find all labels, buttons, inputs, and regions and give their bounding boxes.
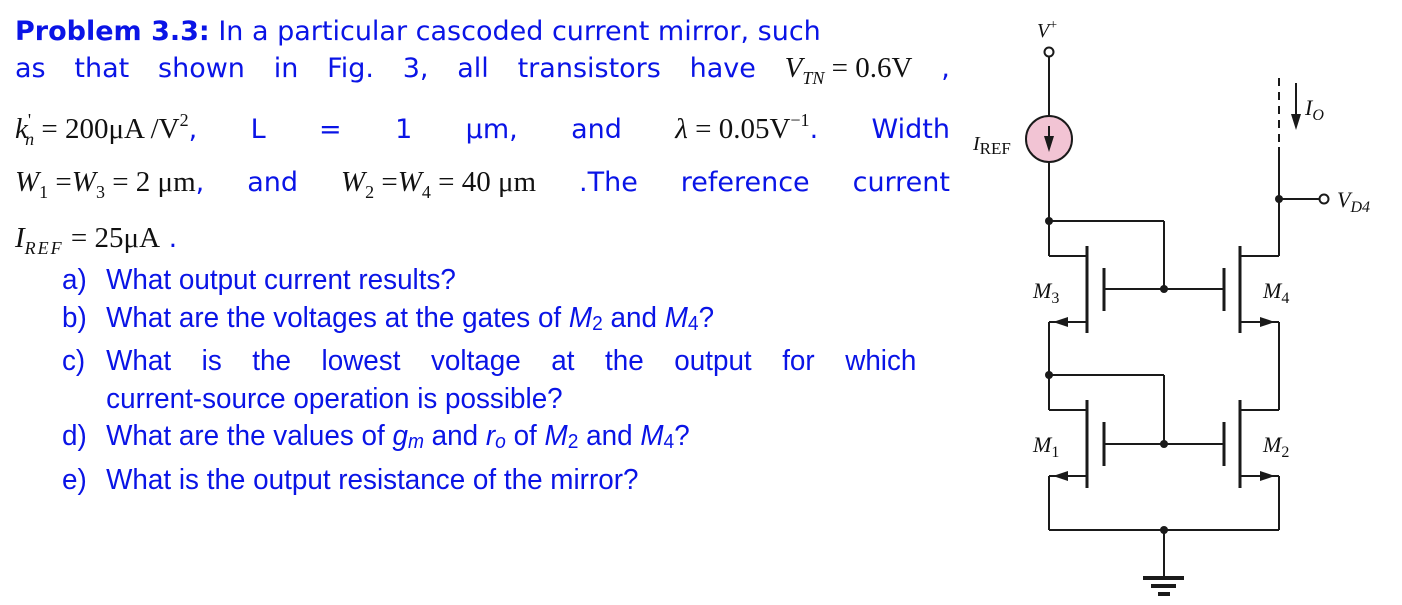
equals: =	[319, 114, 342, 145]
io-label: IO	[1304, 95, 1324, 124]
word: and	[247, 167, 298, 198]
vtn-equation: VTN = 0.6V	[784, 52, 913, 88]
punct: .	[168, 223, 178, 254]
question-a: a) What output current results?	[62, 262, 916, 300]
problem-line-2: as that shown in Fig. 3, all transistors…	[15, 52, 950, 89]
m2-source-arrow-icon	[1260, 471, 1275, 481]
m1-label: M1	[1032, 432, 1059, 461]
word: shown	[158, 53, 245, 84]
question-text: What are the values of gm and ro of M2 a…	[106, 420, 690, 453]
l-value: 1	[395, 114, 413, 145]
question-c: c) What is the lowest voltage at the out…	[62, 343, 916, 381]
vplus-terminal	[1043, 46, 1055, 58]
word: that	[74, 53, 130, 84]
question-e: e) What is the output resistance of the …	[62, 462, 916, 500]
vd4-terminal	[1318, 193, 1330, 205]
word: have	[689, 53, 756, 84]
w1-w3-equation: W1 =W3 = 2 μm,	[15, 166, 205, 202]
word: all	[457, 53, 489, 84]
question-c-continued: current-source operation is possible?	[62, 381, 916, 419]
vplus-label: V+	[1037, 18, 1057, 42]
m1-source-arrow-icon	[1053, 471, 1068, 481]
w2-w4-equation: W2 =W4 = 40 μm	[340, 166, 537, 202]
word: .The	[579, 167, 638, 198]
word: reference	[680, 167, 810, 198]
problem-line-4: W1 =W3 = 2 μm, and W2 =W4 = 40 μm .The r…	[15, 166, 950, 203]
l-unit: μm,	[465, 114, 518, 145]
problem-heading: Problem 3.3:	[15, 16, 210, 47]
word: as	[15, 53, 46, 84]
m3-label: M3	[1032, 278, 1059, 307]
question-text: What is the output resistance of the mir…	[106, 463, 639, 496]
iref-label: IREF	[972, 133, 1011, 158]
question-b: b) What are the voltages at the gates of…	[62, 300, 916, 344]
question-list: a) What output current results? b) What …	[62, 262, 916, 499]
word: 3,	[402, 53, 429, 84]
problem-intro: In a particular cascoded current mirror,…	[218, 16, 821, 47]
problem-line-1: Problem 3.3: In a particular cascoded cu…	[15, 16, 950, 47]
vd4-label: VD4	[1337, 187, 1370, 216]
problem-line-3: k'n = 200μA /V2, L = 1 μm, and λ = 0.05V…	[15, 110, 950, 150]
question-label: d)	[62, 420, 87, 452]
question-label: e)	[62, 463, 87, 496]
cascode-mirror-schematic: V+ IREF IO VD4 M3 M4 M1 M2	[972, 18, 1370, 596]
word: and	[571, 114, 622, 145]
l-symbol: L	[250, 114, 266, 145]
question-label: a)	[62, 264, 87, 296]
question-label: b)	[62, 301, 87, 334]
question-text: What output current results?	[106, 264, 456, 296]
word: Width	[871, 114, 950, 145]
question-text: What is the lowest voltage at the output…	[106, 345, 917, 377]
iref-equation: IREF = 25μA	[15, 222, 161, 258]
question-label: c)	[62, 345, 86, 377]
question-text: current-source operation is possible?	[106, 382, 563, 415]
m3-source-arrow-icon	[1053, 317, 1068, 327]
kn-equation: k'n = 200μA /V2,	[15, 110, 198, 149]
word: current	[852, 167, 950, 198]
question-text: What are the voltages at the gates of M2…	[106, 301, 715, 335]
io-arrow-icon	[1291, 114, 1301, 130]
problem-line-5: IREF = 25μA .	[15, 222, 177, 259]
punct: ,	[941, 53, 950, 84]
m4-label: M4	[1262, 278, 1289, 307]
m4-source-arrow-icon	[1260, 317, 1275, 327]
question-d: d) What are the values of gm and ro of M…	[62, 418, 916, 462]
word: transistors	[517, 53, 661, 84]
m2-label: M2	[1262, 432, 1289, 461]
arrowheads	[1044, 114, 1301, 534]
word: in	[273, 53, 299, 84]
word: Fig.	[327, 53, 374, 84]
lambda-equation: λ = 0.05V−1.	[675, 110, 819, 145]
